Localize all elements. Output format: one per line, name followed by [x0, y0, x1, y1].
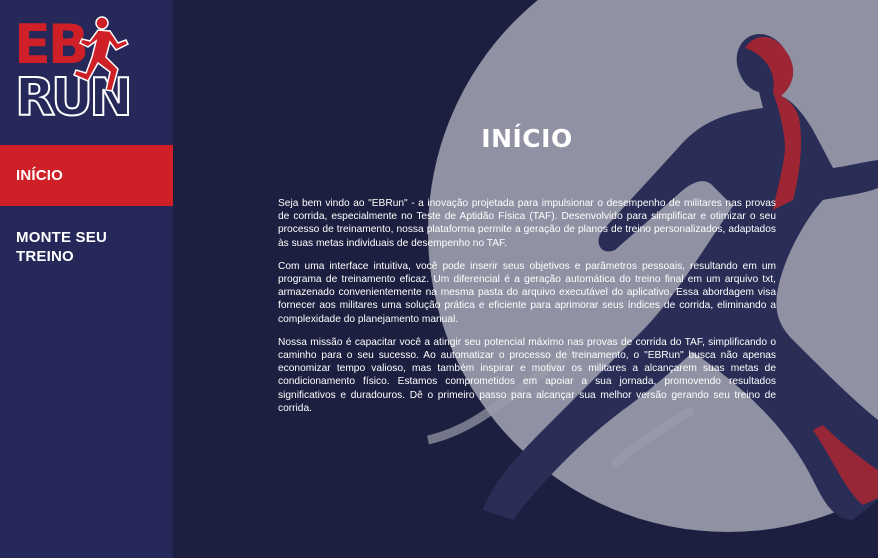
- ebrun-logo: EB RUN: [14, 13, 134, 119]
- sidebar-item-label: MONTE SEU TREINO: [16, 229, 107, 265]
- paragraph-2: Com uma interface intuitiva, você pode i…: [278, 260, 776, 325]
- main-content: INÍCIO Seja bem vindo ao "EBRun" - a ino…: [173, 0, 878, 558]
- sidebar-item-monte-seu-treino[interactable]: MONTE SEU TREINO: [0, 228, 130, 272]
- sidebar-item-inicio[interactable]: INÍCIO: [0, 145, 173, 206]
- sidebar-item-label: INÍCIO: [16, 167, 64, 184]
- page-title: INÍCIO: [481, 124, 573, 153]
- paragraph-3: Nossa missão é capacitar você a atingir …: [278, 336, 776, 414]
- intro-text: Seja bem vindo ao "EBRun" - a inovação p…: [278, 197, 776, 425]
- logo-text-top: EB: [14, 13, 86, 76]
- paragraph-1: Seja bem vindo ao "EBRun" - a inovação p…: [278, 198, 776, 249]
- app-window: EB RUN INÍCIO MONTE SEU TREINO INÍCIO Se…: [0, 0, 878, 558]
- sidebar: EB RUN INÍCIO MONTE SEU TREINO: [0, 0, 173, 558]
